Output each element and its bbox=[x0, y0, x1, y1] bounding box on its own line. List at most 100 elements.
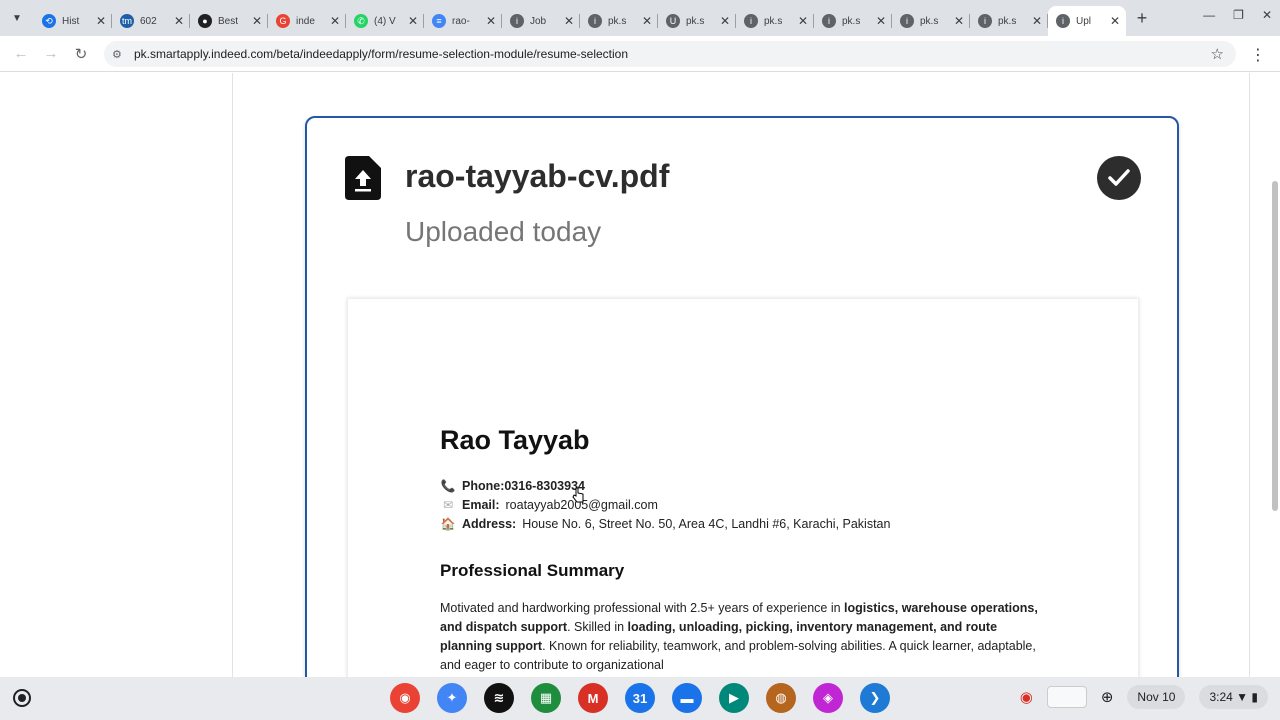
tab-close-icon[interactable]: ✕ bbox=[954, 14, 964, 28]
new-tab-button[interactable]: + bbox=[1126, 8, 1158, 29]
address-bar[interactable]: ⚙ pk.smartapply.indeed.com/beta/indeedap… bbox=[104, 41, 1236, 67]
browser-tab[interactable]: i pk.s ✕ bbox=[814, 6, 892, 36]
tab-title: pk.s bbox=[920, 15, 939, 27]
url-text: pk.smartapply.indeed.com/beta/indeedappl… bbox=[134, 47, 629, 61]
browser-tab[interactable]: Ginde ✕ bbox=[268, 6, 346, 36]
sheets-grid-app-icon[interactable]: ▦ bbox=[531, 683, 561, 713]
tab-search-icon[interactable]: ▼ bbox=[0, 0, 34, 36]
tab-close-icon[interactable]: ✕ bbox=[486, 14, 496, 28]
tab-title: (4) V bbox=[374, 15, 396, 27]
browser-tab[interactable]: i pk.s ✕ bbox=[736, 6, 814, 36]
tab-close-icon[interactable]: ✕ bbox=[330, 14, 340, 28]
screen-record-icon[interactable]: ◉ bbox=[1020, 688, 1033, 706]
tab-close-icon[interactable]: ✕ bbox=[174, 14, 184, 28]
phone-icon: 📞 bbox=[440, 479, 456, 493]
file-upload-icon bbox=[345, 156, 381, 200]
hand-cursor-icon bbox=[572, 487, 584, 503]
cv-summary: Motivated and hardworking professional w… bbox=[440, 599, 1050, 675]
site-info-icon[interactable]: ⚙ bbox=[112, 48, 132, 61]
cv-phone-label: Phone: bbox=[462, 479, 505, 493]
tab-title: Best bbox=[218, 15, 239, 27]
page-scrollbar[interactable] bbox=[1270, 73, 1280, 677]
tab-favicon-icon: i bbox=[822, 14, 836, 28]
tab-favicon-icon: i bbox=[744, 14, 758, 28]
browser-menu-icon[interactable]: ⋮ bbox=[1250, 45, 1266, 65]
files-app-icon[interactable]: ▬ bbox=[672, 683, 702, 713]
vscode-app-icon[interactable]: ❯ bbox=[860, 683, 890, 713]
tab-title: 602 bbox=[140, 15, 157, 27]
scroll-thumb[interactable] bbox=[1272, 181, 1278, 511]
tab-title: pk.s bbox=[998, 15, 1017, 27]
cv-phone: 📞 Phone: 0316-8303934 bbox=[440, 479, 585, 493]
add-icon[interactable]: ⊕ bbox=[1101, 688, 1114, 706]
tab-favicon-icon: tm bbox=[120, 14, 134, 28]
resume-preview: Rao Tayyab 📞 Phone: 0316-8303934 ✉ Email:… bbox=[347, 298, 1139, 677]
tab-close-icon[interactable]: ✕ bbox=[252, 14, 262, 28]
browser-tab[interactable]: i pk.s ✕ bbox=[970, 6, 1048, 36]
meet-app-icon[interactable]: ▶ bbox=[719, 683, 749, 713]
cv-section-title: Professional Summary bbox=[440, 561, 625, 580]
gemini-app-icon[interactable]: ✦ bbox=[437, 683, 467, 713]
browser-tab[interactable]: i pk.s ✕ bbox=[580, 6, 658, 36]
launcher-icon[interactable] bbox=[13, 689, 31, 707]
tote-icon[interactable] bbox=[1046, 686, 1087, 708]
browser-tab[interactable]: ⟲ Hist ✕ bbox=[34, 6, 112, 36]
restore-icon[interactable]: ❐ bbox=[1233, 8, 1244, 22]
app-pink-app-icon[interactable]: ◈ bbox=[813, 683, 843, 713]
browser-tab[interactable]: i Upl ✕ bbox=[1048, 6, 1126, 36]
tab-close-icon[interactable]: ✕ bbox=[96, 14, 106, 28]
browser-tab[interactable]: ≡ rao- ✕ bbox=[424, 6, 502, 36]
spotify-app-icon[interactable]: ≋ bbox=[484, 683, 514, 713]
calendar-app-icon[interactable]: 31 bbox=[625, 683, 655, 713]
browser-tab[interactable]: i Job ✕ bbox=[502, 6, 580, 36]
tab-strip: ▼ ⟲ Hist ✕ tm 602 ✕ ● Best ✕ Ginde ✕ ✆ (4) V ✕ ≡ rao- ✕ i… bbox=[0, 0, 1280, 36]
tab-favicon-icon: ≡ bbox=[432, 14, 446, 28]
tab-title: pk.s bbox=[608, 15, 627, 27]
tab-close-icon[interactable]: ✕ bbox=[720, 14, 730, 28]
page-viewport: ▔▔ rao-tayyab-cv.pdf Uploaded today Rao … bbox=[0, 73, 1280, 677]
tab-title: rao- bbox=[452, 15, 470, 27]
wifi-icon: ▼ bbox=[1236, 690, 1249, 704]
back-icon[interactable]: ← bbox=[6, 45, 36, 62]
tab-title: Job bbox=[530, 15, 547, 27]
upload-date-label: Uploaded today bbox=[405, 216, 602, 247]
cv-name: Rao Tayyab bbox=[440, 425, 590, 455]
app-orange-app-icon[interactable]: ◍ bbox=[766, 683, 796, 713]
browser-tab[interactable]: tm 602 ✕ bbox=[112, 6, 190, 36]
tab-close-icon[interactable]: ✕ bbox=[564, 14, 574, 28]
tab-favicon-icon: i bbox=[978, 14, 992, 28]
tab-close-icon[interactable]: ✕ bbox=[642, 14, 652, 28]
tab-list: ⟲ Hist ✕ tm 602 ✕ ● Best ✕ Ginde ✕ ✆ (4) V ✕ ≡ rao- ✕ i Jo… bbox=[34, 0, 1126, 36]
browser-tab[interactable]: Upk.s ✕ bbox=[658, 6, 736, 36]
status-tray: ◉ ⊕ Nov 10 3:24 ▼ ▮ bbox=[1020, 685, 1268, 709]
date-pill[interactable]: Nov 10 bbox=[1127, 685, 1186, 709]
forward-icon[interactable]: → bbox=[36, 45, 66, 62]
minimize-icon[interactable]: — bbox=[1203, 8, 1215, 22]
resume-option-card[interactable]: rao-tayyab-cv.pdf Uploaded today Rao Tay… bbox=[305, 116, 1179, 677]
cv-address-value: House No. 6, Street No. 50, Area 4C, Lan… bbox=[522, 517, 891, 531]
window-controls: — ❐ ✕ bbox=[1203, 8, 1272, 22]
browser-tab[interactable]: ● Best ✕ bbox=[190, 6, 268, 36]
tab-close-icon[interactable]: ✕ bbox=[798, 14, 808, 28]
tab-favicon-icon: U bbox=[666, 14, 680, 28]
cropped-heading: ▔▔ bbox=[880, 73, 943, 93]
bookmark-star-icon[interactable]: ☆ bbox=[1211, 45, 1224, 63]
tab-close-icon[interactable]: ✕ bbox=[1110, 14, 1120, 28]
tab-favicon-icon: i bbox=[510, 14, 524, 28]
os-shelf: ◉ ✦ ≋ ▦ M 31 ▬ ▶ ◍ ◈ ❯ ◉ ⊕ Nov 10 3:24 ▼ ▮ bbox=[0, 677, 1280, 720]
tab-favicon-icon: ✆ bbox=[354, 14, 368, 28]
tab-close-icon[interactable]: ✕ bbox=[408, 14, 418, 28]
tab-title: Upl bbox=[1076, 15, 1092, 27]
tab-close-icon[interactable]: ✕ bbox=[1032, 14, 1042, 28]
reload-icon[interactable]: ↻ bbox=[66, 45, 96, 63]
chrome-app-icon[interactable]: ◉ bbox=[390, 683, 420, 713]
browser-tab[interactable]: ✆ (4) V ✕ bbox=[346, 6, 424, 36]
tab-close-icon[interactable]: ✕ bbox=[876, 14, 886, 28]
gmail-app-icon[interactable]: M bbox=[578, 683, 608, 713]
tab-title: pk.s bbox=[842, 15, 861, 27]
browser-tab[interactable]: i pk.s ✕ bbox=[892, 6, 970, 36]
time-pill[interactable]: 3:24 ▼ ▮ bbox=[1199, 685, 1268, 709]
tab-favicon-icon: i bbox=[900, 14, 914, 28]
tab-title: pk.s bbox=[686, 15, 705, 27]
close-window-icon[interactable]: ✕ bbox=[1262, 8, 1272, 22]
